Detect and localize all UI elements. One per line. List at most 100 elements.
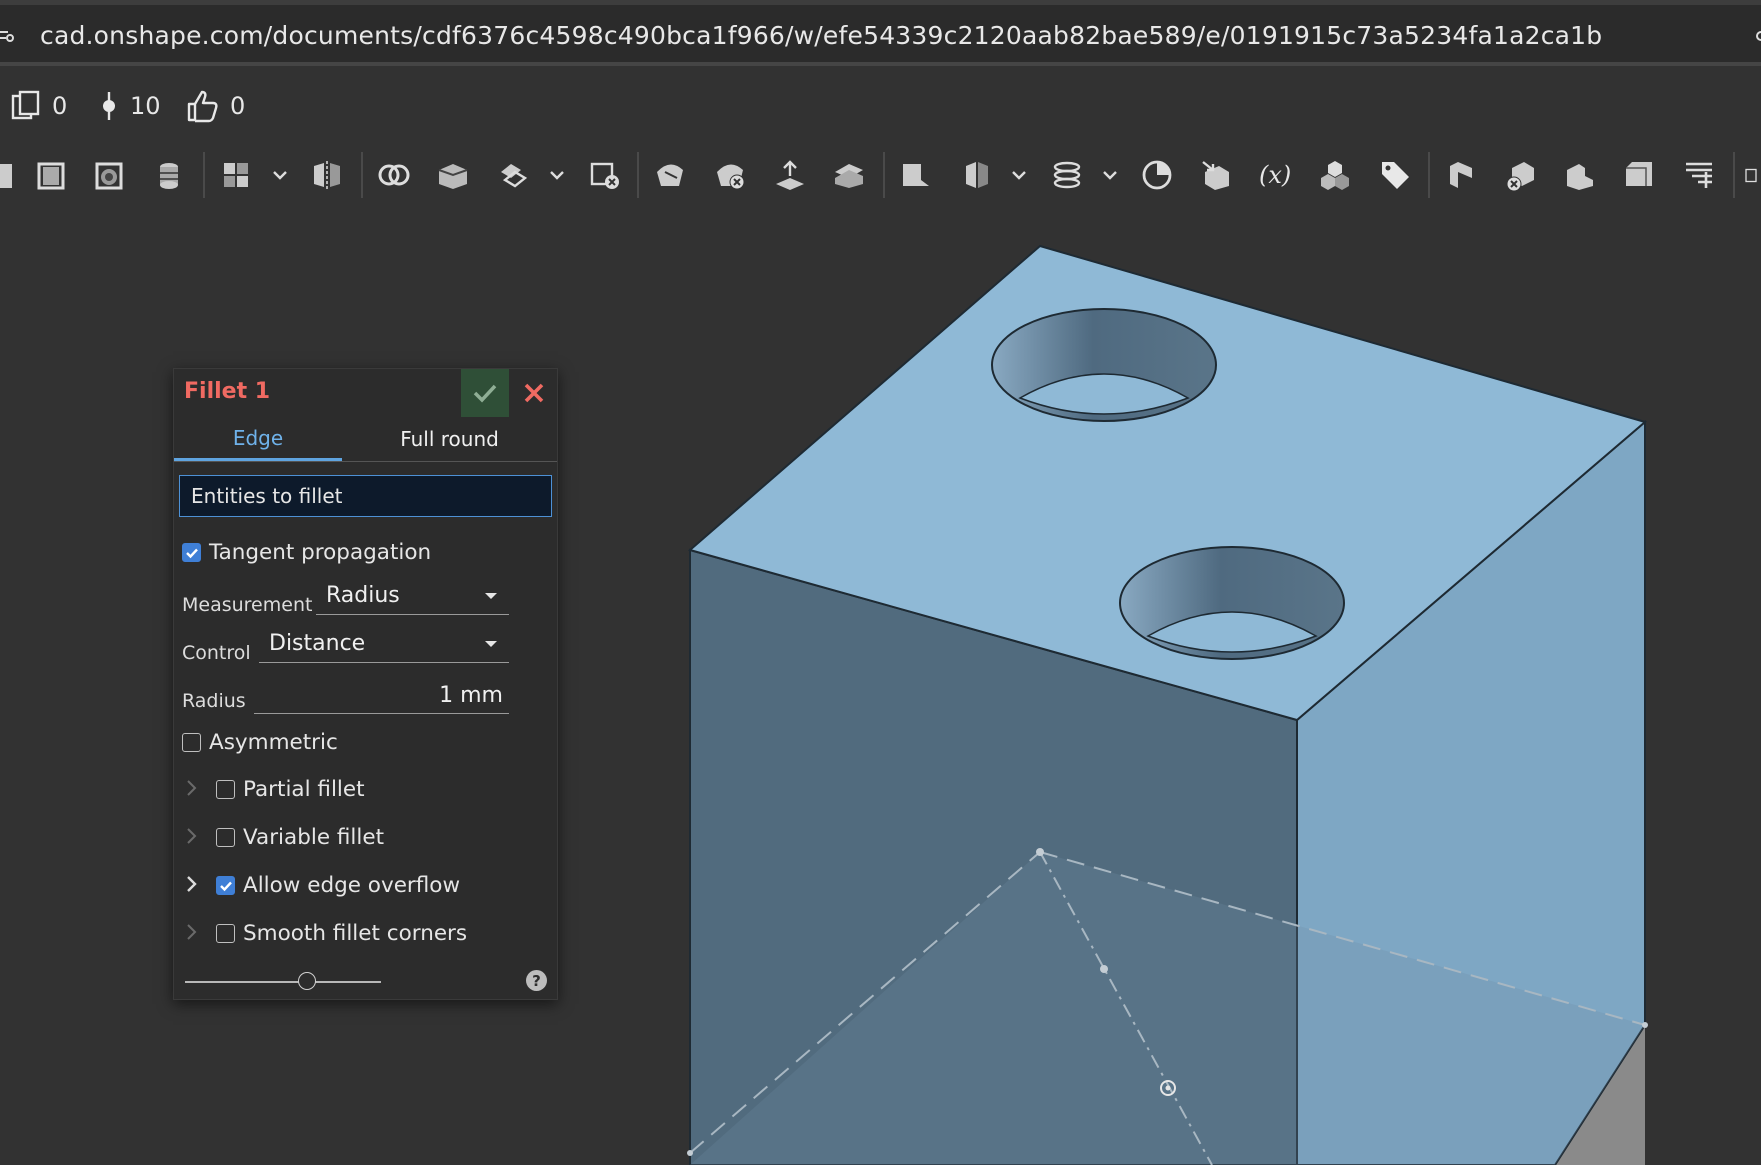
mate-connector-center <box>1165 1085 1171 1091</box>
chevron-down-icon[interactable] <box>270 156 290 194</box>
plane-icon[interactable] <box>897 156 935 194</box>
move-face-icon[interactable] <box>651 156 689 194</box>
replace-face-icon[interactable] <box>1197 156 1235 194</box>
remove-icon[interactable] <box>1502 156 1540 194</box>
control-value: Distance <box>269 631 366 656</box>
measurement-label: Measurement <box>182 594 313 616</box>
revolve-icon[interactable] <box>90 156 128 194</box>
smooth-fillet-corners-option[interactable]: Smooth fillet corners <box>216 921 467 946</box>
hole[interactable] <box>1119 546 1345 660</box>
tangent-propagation-label: Tangent propagation <box>209 540 432 565</box>
control-label: Control <box>182 642 251 664</box>
toolbar-separator <box>637 152 639 198</box>
copies-icon <box>11 90 40 120</box>
delete-face-icon[interactable] <box>711 156 749 194</box>
chevron-right-icon[interactable] <box>185 827 197 845</box>
site-settings-icon[interactable] <box>0 27 14 43</box>
boolean-icon[interactable] <box>375 156 413 194</box>
allow-edge-overflow-checkbox[interactable] <box>216 876 235 895</box>
variable-fillet-label: Variable fillet <box>243 825 385 850</box>
overflow-tool-icon[interactable] <box>1744 156 1761 194</box>
partial-fillet-checkbox[interactable] <box>216 780 235 799</box>
likes-stat[interactable]: 0 <box>186 89 245 123</box>
allow-edge-overflow-label: Allow edge overflow <box>243 873 461 898</box>
copies-stat[interactable]: 0 <box>10 89 67 123</box>
vertex-point[interactable] <box>687 1150 693 1156</box>
radius-label: Radius <box>182 690 246 712</box>
asymmetric-option[interactable]: Asymmetric <box>182 730 338 755</box>
chevron-down-icon[interactable] <box>1009 156 1029 194</box>
chevron-down-icon[interactable] <box>1100 156 1120 194</box>
chamfer-icon[interactable] <box>1561 156 1599 194</box>
close-icon <box>524 383 544 403</box>
preview-slider-track[interactable] <box>185 981 381 983</box>
mirror-icon[interactable] <box>308 156 346 194</box>
help-icon[interactable]: ? <box>526 970 547 991</box>
chevron-right-icon[interactable] <box>185 875 197 893</box>
measurement-select[interactable]: Radius <box>316 577 509 615</box>
allow-edge-overflow-option[interactable]: Allow edge overflow <box>216 873 460 898</box>
bookmark-icon[interactable] <box>1755 29 1761 43</box>
url-text[interactable]: cad.onshape.com/documents/cdf6376c4598c4… <box>40 21 1602 50</box>
transform-icon[interactable] <box>494 156 532 194</box>
sketch-icon[interactable] <box>0 156 20 194</box>
split-icon[interactable] <box>434 156 472 194</box>
revisions-stat[interactable]: 10 <box>98 89 161 123</box>
tangent-propagation-option[interactable]: Tangent propagation <box>182 540 431 565</box>
chevron-down-icon[interactable] <box>547 156 567 194</box>
part-studio-icon[interactable] <box>1316 156 1354 194</box>
asymmetric-label: Asymmetric <box>209 730 338 755</box>
dropdown-caret-icon <box>485 593 497 599</box>
delete-part-icon[interactable] <box>586 156 624 194</box>
dialog-title: Fillet 1 <box>184 379 271 404</box>
extrude-icon[interactable] <box>32 156 70 194</box>
vertex-point[interactable] <box>1036 848 1044 856</box>
toolbar-separator <box>883 152 885 198</box>
chevron-right-icon[interactable] <box>185 779 197 797</box>
partial-fillet-option[interactable]: Partial fillet <box>216 777 365 802</box>
radius-input[interactable]: 1 mm <box>254 680 509 714</box>
sweep-icon[interactable] <box>150 156 188 194</box>
helix-icon[interactable] <box>958 156 996 194</box>
control-select[interactable]: Distance <box>259 625 509 663</box>
vertex-point[interactable] <box>1100 965 1108 973</box>
toolbar-separator <box>1733 152 1735 198</box>
mate-connector-icon[interactable] <box>1138 156 1176 194</box>
likes-count: 0 <box>230 92 246 120</box>
partial-fillet-label: Partial fillet <box>243 777 365 802</box>
smooth-fillet-corners-checkbox[interactable] <box>216 924 235 943</box>
svg-text:(x): (x) <box>1259 161 1291 189</box>
confirm-button[interactable] <box>461 369 509 417</box>
tag-icon[interactable] <box>1376 156 1414 194</box>
checkmark-icon <box>473 384 497 403</box>
tab-edge[interactable]: Edge <box>174 417 342 461</box>
document-stats-bar: 0 10 0 <box>0 70 1761 142</box>
dropdown-caret-icon <box>485 641 497 647</box>
measurement-value: Radius <box>326 583 400 608</box>
shell-icon[interactable] <box>1620 156 1658 194</box>
curve-icon[interactable] <box>1048 156 1086 194</box>
revisions-count: 10 <box>130 92 161 120</box>
tangent-propagation-checkbox[interactable] <box>182 543 201 562</box>
toolbar-separator <box>1428 152 1430 198</box>
variable-fillet-option[interactable]: Variable fillet <box>216 825 384 850</box>
variable-fillet-checkbox[interactable] <box>216 828 235 847</box>
address-bar[interactable]: cad.onshape.com/documents/cdf6376c4598c4… <box>0 0 1761 66</box>
fillet-icon[interactable] <box>1442 156 1480 194</box>
cancel-button[interactable] <box>511 369 557 417</box>
tab-full-round[interactable]: Full round <box>342 417 557 461</box>
offset-surface-icon[interactable] <box>771 156 809 194</box>
thumbs-up-icon <box>187 90 218 123</box>
entities-to-fillet-field[interactable]: Entities to fillet <box>179 475 552 517</box>
thicken-icon[interactable] <box>830 156 868 194</box>
asymmetric-checkbox[interactable] <box>182 733 201 752</box>
smooth-fillet-corners-label: Smooth fillet corners <box>243 921 468 946</box>
sheet-metal-icon[interactable] <box>1680 156 1718 194</box>
chevron-right-icon[interactable] <box>185 923 197 941</box>
version-icon <box>103 92 115 120</box>
hole[interactable] <box>991 308 1217 422</box>
variable-icon[interactable]: (x) <box>1256 156 1300 194</box>
vertex-point[interactable] <box>1642 1022 1648 1028</box>
preview-slider-thumb[interactable] <box>298 972 316 990</box>
pattern-icon[interactable] <box>217 156 255 194</box>
